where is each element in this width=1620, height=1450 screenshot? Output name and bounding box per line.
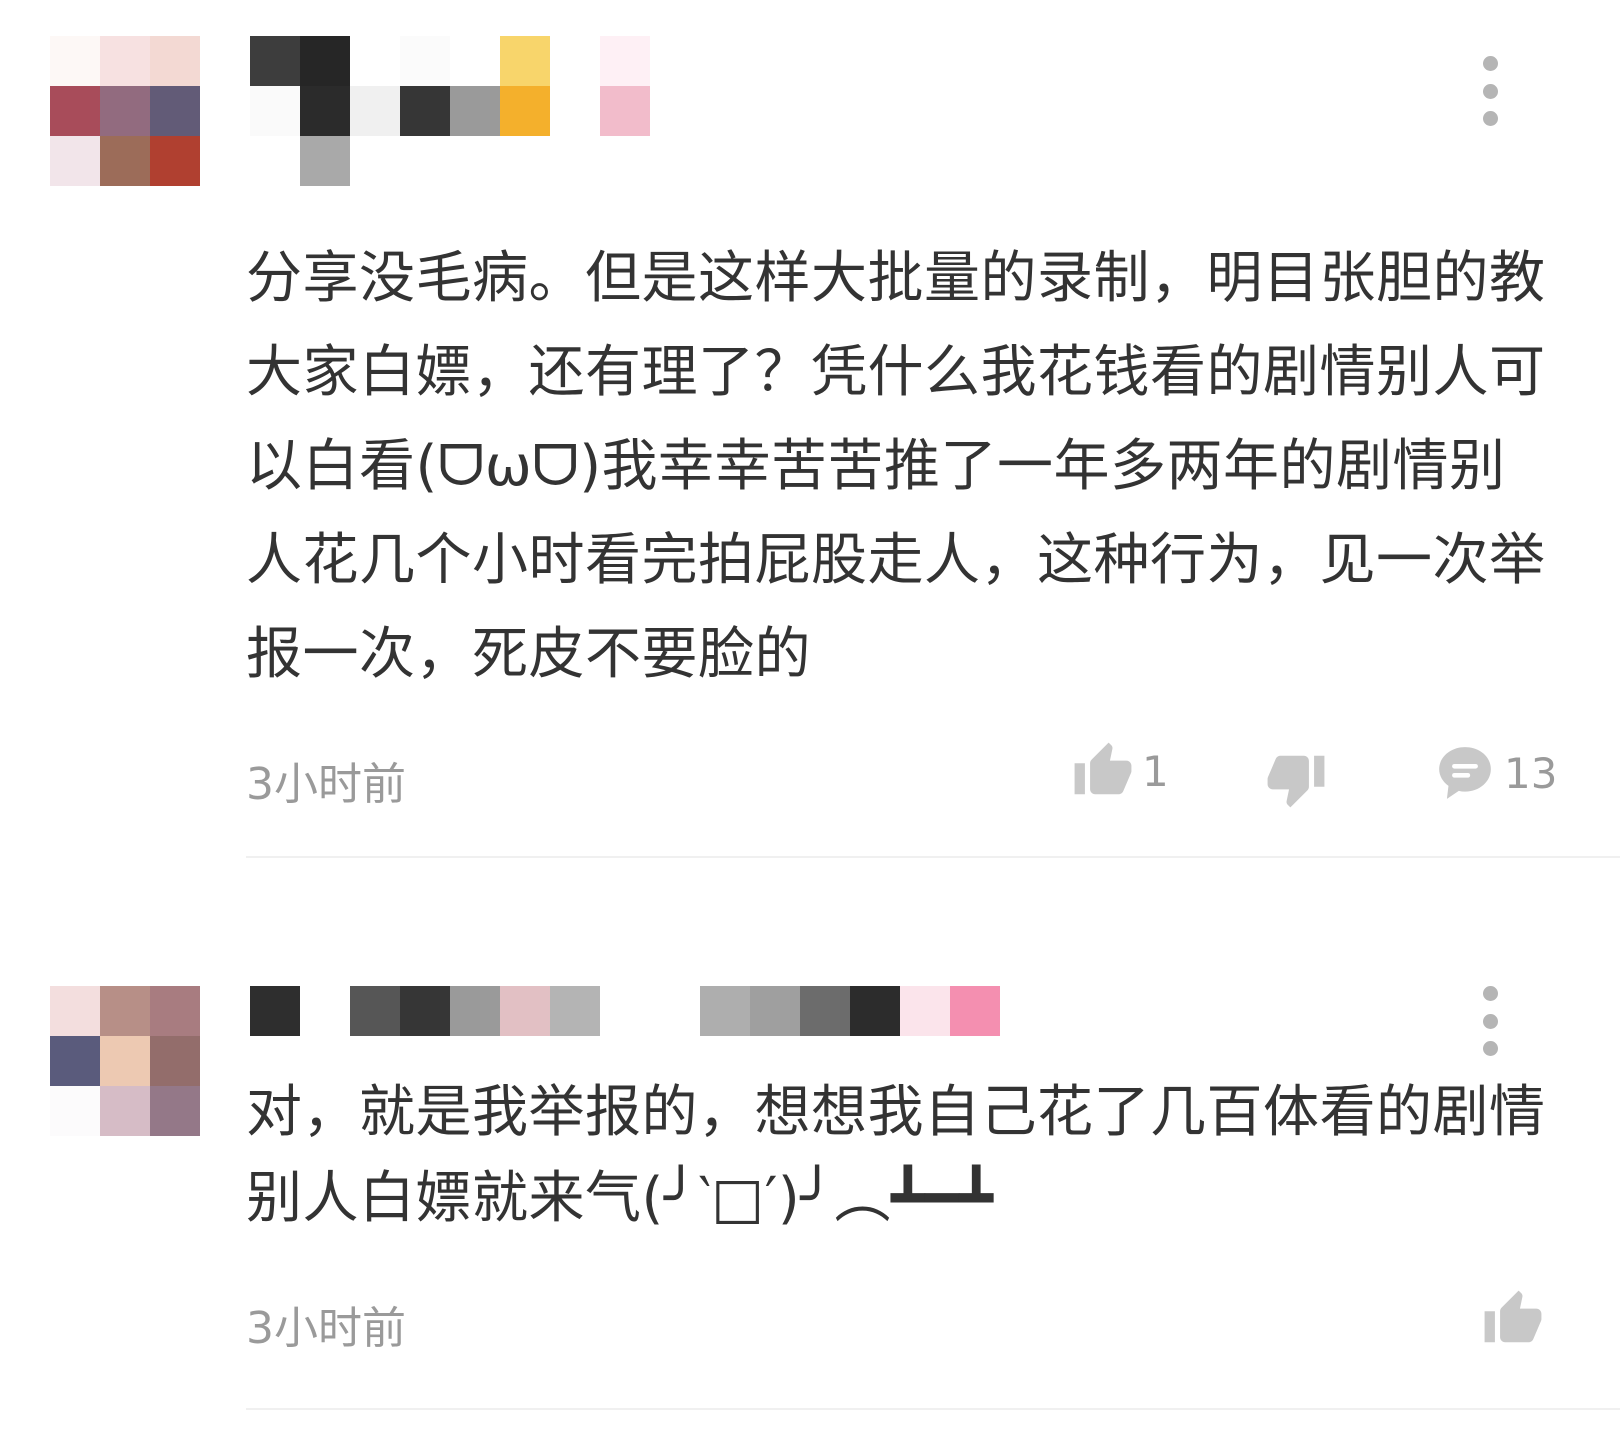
pixel-block — [350, 136, 400, 186]
pixel-block — [550, 86, 600, 136]
pixel-block — [700, 986, 750, 1036]
pixel-block — [300, 86, 350, 136]
pixel-block — [500, 986, 550, 1036]
comment-timestamp: 3小时前 — [246, 759, 406, 810]
pixel-block — [150, 136, 200, 186]
pixel-block — [100, 986, 150, 1036]
pixel-block — [600, 86, 650, 136]
comment-text: 对，就是我举报的，想想我自己花了几百体看的剧情别人白嫖就来气(╯‵□′)╯︵┻━… — [246, 1080, 1546, 1231]
like-button[interactable]: 1 — [1072, 740, 1169, 802]
pixel-block — [50, 1036, 100, 1086]
pixel-block — [50, 86, 100, 136]
pixel-block — [250, 36, 300, 86]
comment-item: 分享没毛病。但是这样大批量的录制，明目张胆的教大家白嫖，还有理了？凭什么我花钱看… — [0, 0, 1620, 900]
reply-count: 13 — [1504, 748, 1558, 798]
like-button[interactable] — [1482, 1288, 1544, 1350]
pixel-block — [50, 986, 100, 1036]
comment-bubble-icon — [1434, 742, 1496, 804]
more-vertical-icon — [1482, 56, 1498, 71]
more-vertical-icon-dot — [1482, 1013, 1498, 1029]
more-vertical-icon-dot — [1482, 1041, 1498, 1056]
pixel-block — [800, 986, 850, 1036]
pixel-block — [750, 986, 800, 1036]
pixel-block — [650, 986, 700, 1036]
more-vertical-icon-dot — [1482, 111, 1498, 126]
pixel-block — [300, 36, 350, 86]
pixel-block — [500, 136, 550, 186]
pixel-block — [450, 86, 500, 136]
pixel-block — [100, 1036, 150, 1086]
pixel-block — [600, 36, 650, 86]
thumbs-down-icon — [1265, 748, 1327, 810]
comment-timestamp: 3小时前 — [246, 1303, 406, 1354]
more-options-button[interactable] — [1470, 986, 1510, 1056]
more-vertical-icon — [1482, 986, 1498, 1001]
pixel-block — [450, 36, 500, 86]
comment-item: 对，就是我举报的，想想我自己花了几百体看的剧情别人白嫖就来气(╯‵□′)╯︵┻━… — [0, 900, 1620, 1450]
pixel-block — [250, 136, 300, 186]
avatar[interactable] — [50, 36, 200, 186]
pixel-block — [600, 136, 650, 186]
pixel-block — [150, 36, 200, 86]
pixel-block — [900, 986, 950, 1036]
avatar[interactable] — [50, 986, 200, 1136]
pixel-block — [150, 986, 200, 1036]
pixel-block — [500, 86, 550, 136]
pixel-block — [100, 136, 150, 186]
pixel-block — [550, 136, 600, 186]
pixel-block — [100, 1086, 150, 1136]
pixel-block — [250, 986, 300, 1036]
comment-text: 分享没毛病。但是这样大批量的录制，明目张胆的教大家白嫖，还有理了？凭什么我花钱看… — [246, 246, 1546, 687]
more-vertical-icon-dot — [1482, 83, 1498, 99]
pixel-block — [600, 986, 650, 1036]
pixel-block — [400, 36, 450, 86]
pixel-block — [350, 36, 400, 86]
pixel-block — [400, 86, 450, 136]
dislike-button[interactable] — [1265, 748, 1327, 810]
pixel-block — [550, 986, 600, 1036]
username-pixelated[interactable] — [250, 986, 1000, 1036]
pixel-block — [350, 986, 400, 1036]
thumbs-up-icon — [1072, 740, 1134, 802]
reply-button[interactable]: 13 — [1434, 742, 1557, 804]
pixel-block — [50, 1086, 100, 1136]
pixel-block — [150, 1036, 200, 1086]
pixel-block — [100, 86, 150, 136]
pixel-block — [950, 986, 1000, 1036]
username-pixelated[interactable] — [250, 36, 650, 186]
pixel-block — [150, 1086, 200, 1136]
pixel-block — [400, 986, 450, 1036]
thumbs-up-icon — [1482, 1288, 1544, 1350]
pixel-block — [250, 86, 300, 136]
divider — [246, 856, 1620, 858]
pixel-block — [550, 36, 600, 86]
pixel-block — [500, 36, 550, 86]
pixel-block — [50, 36, 100, 86]
pixel-block — [150, 86, 200, 136]
pixel-block — [50, 136, 100, 186]
pixel-block — [300, 986, 350, 1036]
pixel-block — [850, 986, 900, 1036]
pixel-block — [450, 136, 500, 186]
pixel-block — [350, 86, 400, 136]
pixel-block — [100, 36, 150, 86]
pixel-block — [400, 136, 450, 186]
pixel-block — [300, 136, 350, 186]
like-count: 1 — [1142, 746, 1169, 796]
pixel-block — [450, 986, 500, 1036]
divider — [246, 1408, 1620, 1410]
more-options-button[interactable] — [1470, 56, 1510, 126]
